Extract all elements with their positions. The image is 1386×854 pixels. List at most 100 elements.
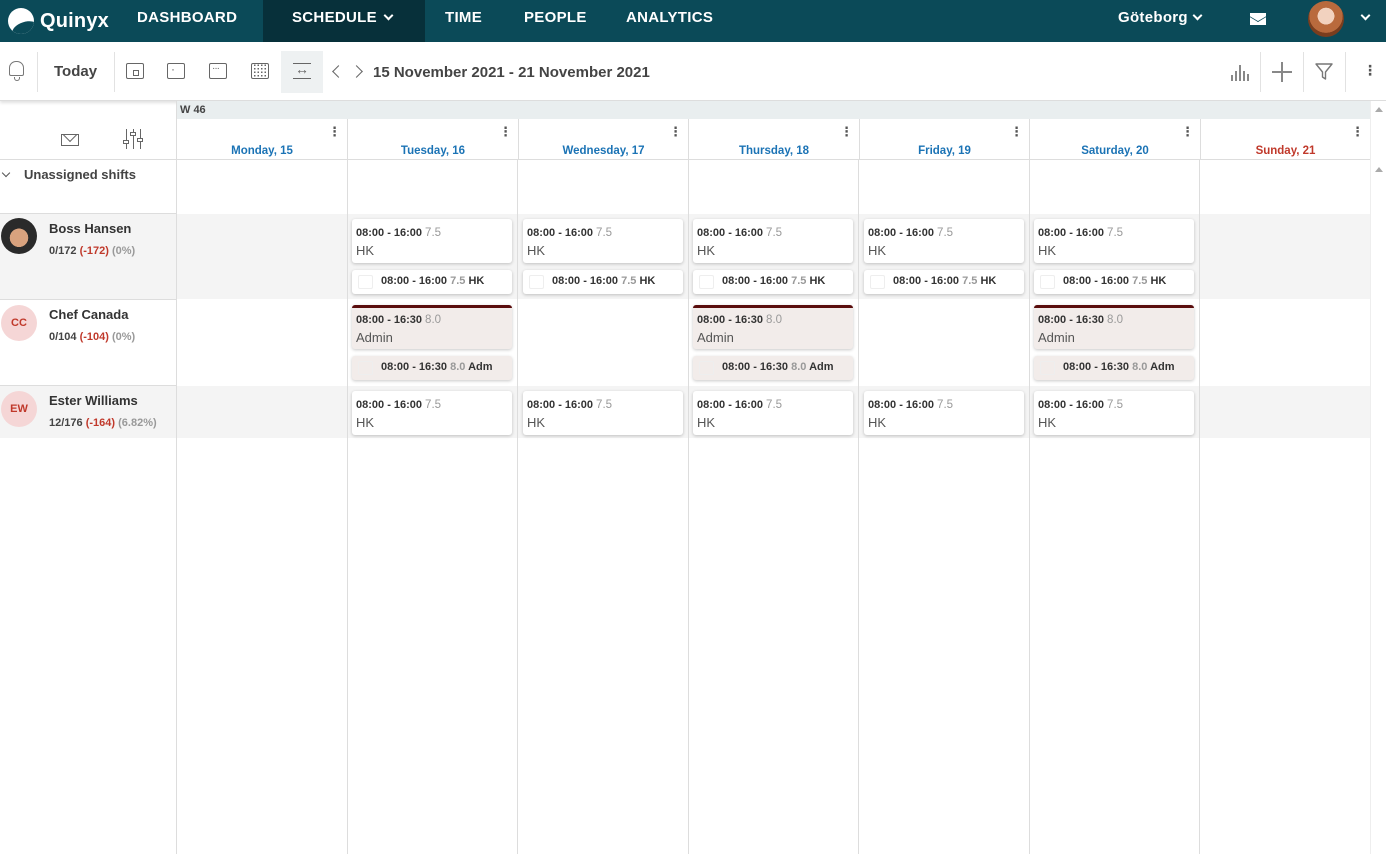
compact-shift[interactable]: 08:00 - 16:00 7.5 HK <box>1034 270 1194 294</box>
shift-time: 08:00 - 16:00 <box>868 227 935 239</box>
day-header-friday[interactable]: ⋮ Friday, 19 <box>859 119 1029 160</box>
toolbar-divider <box>114 52 115 92</box>
scheduled-hours: 0/104 <box>49 331 77 343</box>
unassigned-shifts-label[interactable]: Unassigned shifts <box>24 167 136 182</box>
nav-people[interactable]: PEOPLE <box>524 0 587 42</box>
day-header-tuesday[interactable]: ⋮ Tuesday, 16 <box>347 119 518 160</box>
day-header-wednesday[interactable]: ⋮ Wednesday, 17 <box>518 119 688 160</box>
today-button[interactable]: Today <box>54 63 97 80</box>
shift-role: Admin <box>1038 330 1075 345</box>
day-header-thursday[interactable]: ⋮ Thursday, 18 <box>688 119 859 160</box>
shift-hours: 7.5 <box>596 227 613 239</box>
shift-card[interactable]: 08:00 - 16:00 7.5 HK <box>864 219 1024 263</box>
nav-dashboard[interactable]: DASHBOARD <box>137 0 237 42</box>
shift-checkbox[interactable] <box>699 275 714 289</box>
quinyx-logo[interactable]: Quinyx <box>8 6 109 36</box>
shift-time: 08:00 - 16:00 <box>527 227 594 239</box>
shift-card[interactable]: 08:00 - 16:00 7.5 HK <box>1034 219 1194 263</box>
hours-percent: (6.82%) <box>118 417 157 429</box>
shift-time: 08:00 - 16:00 <box>527 399 594 411</box>
vertical-scrollbar[interactable] <box>1370 101 1386 854</box>
employee-name[interactable]: Boss Hansen <box>49 221 131 236</box>
hours-difference: (-172) <box>79 245 109 257</box>
logo-text: Quinyx <box>40 9 109 32</box>
month-view-icon[interactable] <box>251 63 269 79</box>
shift-checkbox[interactable] <box>870 275 885 289</box>
admin-shift-card[interactable]: 08:00 - 16:30 8.0 Admin <box>1034 305 1194 349</box>
message-employees-icon[interactable] <box>61 134 79 146</box>
nav-schedule[interactable]: SCHEDULE <box>263 0 425 42</box>
compact-shift[interactable]: 08:00 - 16:00 7.5 HK <box>864 270 1024 294</box>
shift-hours: 7.5 <box>937 227 954 239</box>
compact-shift-text: 08:00 - 16:30 8.0 Adm <box>381 361 493 373</box>
shift-checkbox[interactable] <box>1040 361 1055 375</box>
shift-card[interactable]: 08:00 - 16:00 7.5 HK <box>523 219 683 263</box>
add-icon[interactable] <box>1272 62 1292 82</box>
column-divider <box>1029 160 1030 854</box>
shift-card[interactable]: 08:00 - 16:00 7.5 HK <box>523 391 683 435</box>
day-header-sunday[interactable]: ⋮ Sunday, 21 <box>1200 119 1370 160</box>
compact-shift[interactable]: 08:00 - 16:00 7.5 HK <box>352 270 512 294</box>
week-view-icon[interactable] <box>209 63 227 79</box>
nav-analytics[interactable]: ANALYTICS <box>626 0 713 42</box>
shift-role: HK <box>1038 415 1057 430</box>
employee-name[interactable]: Ester Williams <box>49 393 138 408</box>
day-menu-icon[interactable]: ⋮ <box>1181 125 1194 138</box>
shift-card[interactable]: 08:00 - 16:00 7.5 HK <box>1034 391 1194 435</box>
shift-time: 08:00 - 16:30 <box>356 314 423 326</box>
single-day-view-icon[interactable] <box>167 62 185 79</box>
compact-shift[interactable]: 08:00 - 16:00 7.5 HK <box>523 270 683 294</box>
nav-time[interactable]: TIME <box>445 0 482 42</box>
shift-hours: 7.5 <box>596 399 613 411</box>
shift-card[interactable]: 08:00 - 16:00 7.5 HK <box>352 219 512 263</box>
shift-time: 08:00 - 16:00 <box>697 227 764 239</box>
compact-admin-shift[interactable]: 08:00 - 16:30 8.0 Adm <box>1034 356 1194 380</box>
day-menu-icon[interactable]: ⋮ <box>840 125 853 138</box>
more-options-icon[interactable]: ⋮ <box>1363 63 1377 77</box>
shift-card[interactable]: 08:00 - 16:00 7.5 HK <box>693 219 853 263</box>
shift-role: HK <box>356 243 375 258</box>
range-view-icon[interactable] <box>293 61 311 79</box>
mail-icon[interactable] <box>1250 13 1266 25</box>
admin-shift-card[interactable]: 08:00 - 16:30 8.0 Admin <box>693 305 853 349</box>
statistics-icon[interactable] <box>1231 65 1249 81</box>
next-period-icon[interactable] <box>350 65 363 78</box>
sliders-icon[interactable] <box>123 129 144 149</box>
shift-hours: 8.0 <box>425 314 442 326</box>
compact-admin-shift[interactable]: 08:00 - 16:30 8.0 Adm <box>352 356 512 380</box>
scroll-up-icon[interactable] <box>1375 107 1383 112</box>
shift-card[interactable]: 08:00 - 16:00 7.5 HK <box>352 391 512 435</box>
shift-time: 08:00 - 16:30 <box>1038 314 1105 326</box>
avatar-boss-hansen <box>1 218 37 254</box>
shift-checkbox[interactable] <box>358 361 373 375</box>
scroll-up-icon[interactable] <box>1375 167 1383 172</box>
day-header-monday[interactable]: ⋮ Monday, 15 <box>176 119 347 160</box>
admin-shift-card[interactable]: 08:00 - 16:30 8.0 Admin <box>352 305 512 349</box>
left-panel-divider <box>176 101 177 854</box>
bell-icon[interactable] <box>9 61 24 81</box>
day-menu-icon[interactable]: ⋮ <box>499 125 512 138</box>
shift-checkbox[interactable] <box>699 361 714 375</box>
filter-icon[interactable] <box>1314 62 1334 82</box>
previous-period-icon[interactable] <box>332 65 345 78</box>
day-menu-icon[interactable]: ⋮ <box>1010 125 1023 138</box>
avatar-ester-williams: EW <box>1 391 37 427</box>
day-header-saturday[interactable]: ⋮ Saturday, 20 <box>1029 119 1200 160</box>
day-menu-icon[interactable]: ⋮ <box>669 125 682 138</box>
employee-name[interactable]: Chef Canada <box>49 307 128 322</box>
hours-difference: (-104) <box>79 331 109 343</box>
user-avatar[interactable] <box>1308 1 1344 37</box>
shift-checkbox[interactable] <box>529 275 544 289</box>
location-selector[interactable]: Göteborg <box>1118 0 1203 42</box>
day-menu-icon[interactable]: ⋮ <box>1351 125 1364 138</box>
shift-checkbox[interactable] <box>1040 275 1055 289</box>
collapse-chevron-icon[interactable] <box>1 168 11 178</box>
compact-shift[interactable]: 08:00 - 16:00 7.5 HK <box>693 270 853 294</box>
user-menu-chevron-icon[interactable] <box>1360 10 1371 21</box>
day-menu-icon[interactable]: ⋮ <box>328 125 341 138</box>
shift-checkbox[interactable] <box>358 275 373 289</box>
shift-card[interactable]: 08:00 - 16:00 7.5 HK <box>693 391 853 435</box>
day-view-icon[interactable] <box>126 63 144 79</box>
compact-admin-shift[interactable]: 08:00 - 16:30 8.0 Adm <box>693 356 853 380</box>
shift-card[interactable]: 08:00 - 16:00 7.5 HK <box>864 391 1024 435</box>
